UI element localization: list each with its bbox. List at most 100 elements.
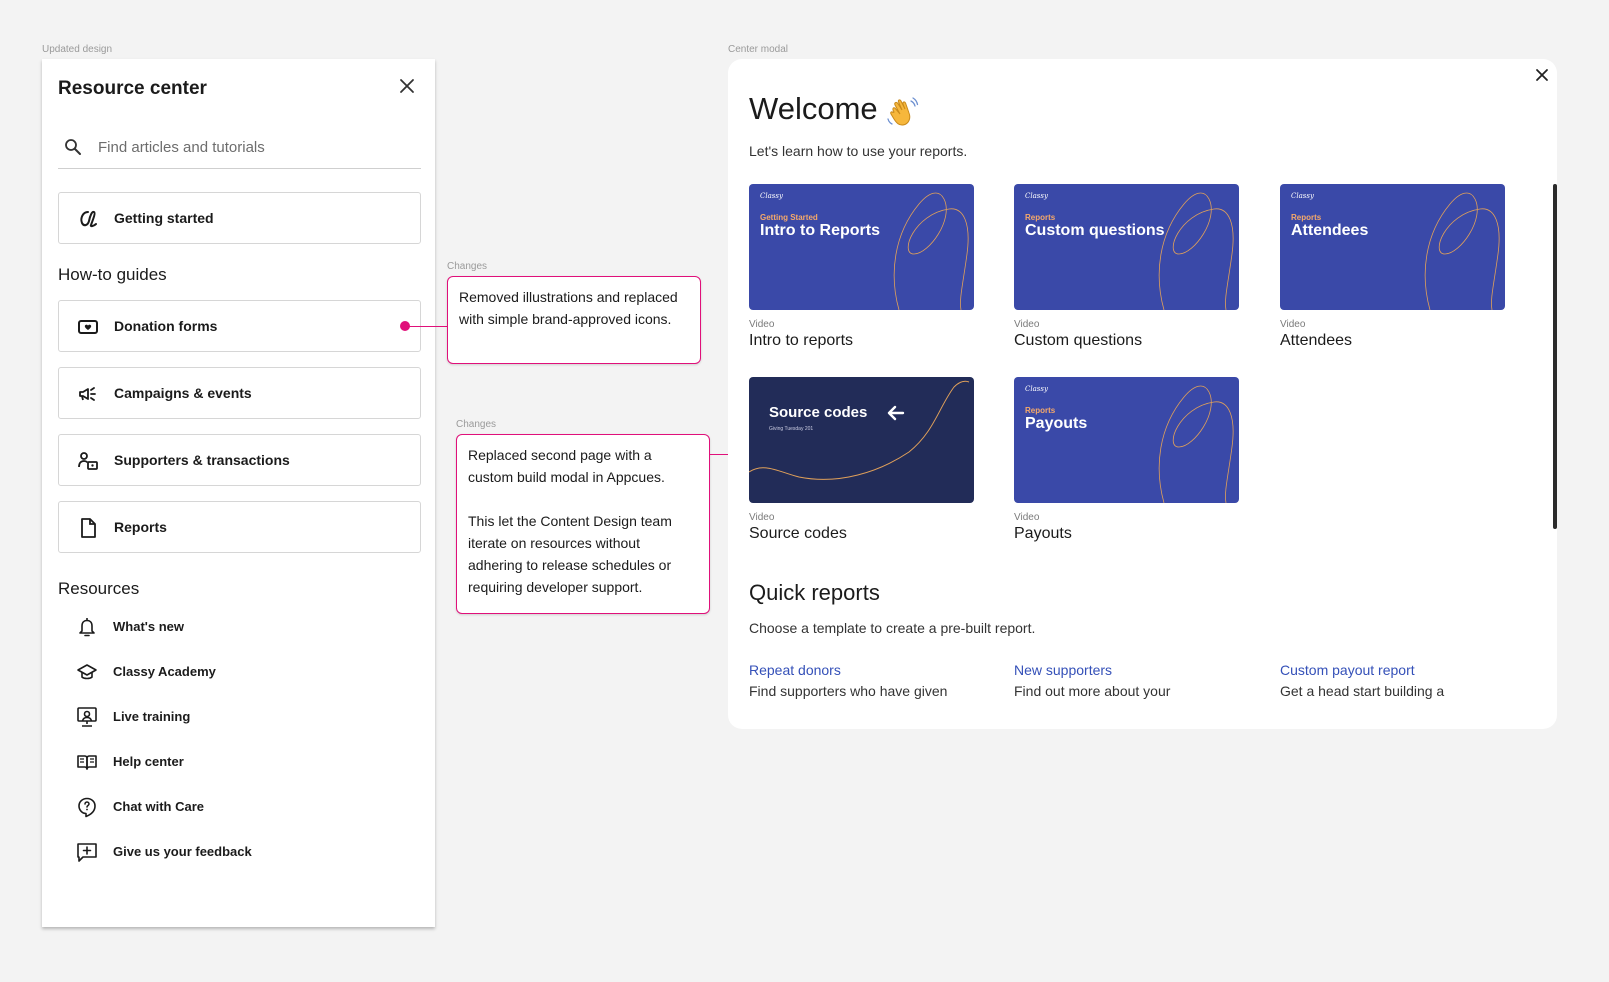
resource-center-panel: Resource center Getting started How-to g…	[42, 59, 435, 927]
welcome-heading: Welcome	[749, 91, 878, 126]
scrollbar[interactable]	[1553, 184, 1557, 529]
quick-report-description: Get a head start building a	[1280, 683, 1445, 699]
brand-logo-text: Classy	[1025, 385, 1048, 393]
quick-report-link[interactable]: Repeat donors	[749, 662, 979, 678]
video-card-custom-questions[interactable]: Classy Reports Custom questions Video Cu…	[1014, 184, 1239, 350]
thumbnail-kicker: Reports	[1025, 406, 1056, 415]
resource-item-label: Classy Academy	[113, 664, 216, 679]
howto-item-campaigns-events[interactable]: Campaigns & events	[58, 367, 421, 419]
close-icon[interactable]	[398, 77, 416, 95]
thumbnail-title: Source codes	[769, 404, 868, 421]
close-icon[interactable]	[1534, 67, 1550, 83]
annotation-note-icons: Removed illustrations and replaced with …	[447, 276, 701, 364]
quick-report-repeat-donors: Repeat donors Find supporters who have g…	[749, 662, 979, 699]
thumbnail-title: Custom questions	[1025, 222, 1165, 239]
quick-report-description: Find out more about your	[1014, 683, 1171, 699]
video-card-intro-to-reports[interactable]: Classy Getting Started Intro to Reports …	[749, 184, 974, 350]
resource-item-classy-academy[interactable]: Classy Academy	[58, 657, 398, 687]
document-icon	[81, 518, 96, 538]
thumbnail-kicker: Getting Started	[760, 213, 818, 222]
thumbnail-title: Attendees	[1291, 222, 1369, 239]
video-card-source-codes[interactable]: Source codes Giving Tuesday 201 Video So…	[749, 377, 974, 543]
quick-report-description: Find supporters who have given	[749, 683, 948, 699]
donation-icon	[78, 320, 98, 334]
brand-logo-text: Classy	[1291, 192, 1314, 200]
bell-icon	[79, 618, 95, 637]
video-thumbnail: Classy Getting Started Intro to Reports	[749, 184, 974, 310]
annotation-connector	[405, 326, 447, 327]
graduation-cap-icon	[77, 664, 97, 680]
howto-item-label: Reports	[114, 519, 167, 535]
resource-item-label: Live training	[113, 709, 191, 724]
brand-logo-text: Classy	[1025, 192, 1048, 200]
quick-report-new-supporters: New supporters Find out more about your	[1014, 662, 1244, 699]
getting-started-card[interactable]: Getting started	[58, 192, 421, 244]
quick-report-link[interactable]: Custom payout report	[1280, 662, 1510, 678]
howto-item-label: Supporters & transactions	[114, 452, 290, 468]
center-modal: Welcome Let's learn how to use your repo…	[728, 59, 1557, 729]
howto-item-label: Donation forms	[114, 318, 218, 334]
brand-logo-text: Classy	[760, 192, 783, 200]
howto-item-label: Campaigns & events	[114, 385, 252, 401]
video-title: Source codes	[749, 525, 847, 542]
resource-item-help-center[interactable]: Help center	[58, 747, 398, 777]
annotation-label: Changes	[447, 261, 488, 272]
quick-reports-heading: Quick reports	[749, 580, 880, 605]
thumbnail-kicker: Reports	[1291, 213, 1322, 222]
arrow-left-icon	[887, 405, 905, 421]
monitor-user-icon	[77, 707, 97, 727]
classy-logo-icon	[80, 210, 97, 228]
resource-item-label: Help center	[113, 754, 184, 769]
resource-item-label: Chat with Care	[113, 799, 205, 814]
resource-center-title: Resource center	[58, 78, 207, 99]
video-title: Custom questions	[1014, 332, 1143, 349]
video-type: Video	[1280, 319, 1306, 330]
help-bubble-icon	[78, 797, 96, 818]
thumbnail-title: Intro to Reports	[760, 222, 880, 239]
thumbnail-subtitle: Giving Tuesday 201	[769, 426, 814, 432]
howto-item-supporters-transactions[interactable]: Supporters & transactions	[58, 434, 421, 486]
quick-report-link[interactable]: New supporters	[1014, 662, 1244, 678]
video-thumbnail: Classy Reports Custom questions	[1014, 184, 1239, 310]
video-thumbnail: Classy Reports Attendees	[1280, 184, 1505, 310]
video-thumbnail: Classy Reports Payouts	[1014, 377, 1239, 503]
thumbnail-kicker: Reports	[1025, 213, 1056, 222]
video-type: Video	[1014, 512, 1040, 523]
intro-text: Let's learn how to use your reports.	[749, 143, 968, 159]
search-icon	[65, 139, 81, 155]
thumbnail-title: Payouts	[1025, 415, 1088, 432]
video-type: Video	[1014, 319, 1040, 330]
resource-item-label: Give us your feedback	[113, 844, 252, 859]
video-thumbnail: Source codes Giving Tuesday 201	[749, 377, 974, 503]
resource-item-live-training[interactable]: Live training	[58, 702, 398, 732]
search-input[interactable]	[98, 133, 408, 161]
quick-report-custom-payout: Custom payout report Get a head start bu…	[1280, 662, 1510, 699]
video-type: Video	[749, 319, 775, 330]
resource-item-chat-with-care[interactable]: Chat with Care	[58, 792, 398, 822]
howto-item-donation-forms[interactable]: Donation forms	[58, 300, 421, 352]
annotation-text-paragraph: Replaced second page with a custom build…	[468, 447, 665, 485]
waving-hand-icon	[887, 97, 919, 126]
video-title: Intro to reports	[749, 332, 854, 349]
howto-heading: How-to guides	[58, 265, 167, 284]
annotation-label: Changes	[456, 419, 497, 430]
resource-item-whats-new[interactable]: What's new	[58, 612, 398, 642]
video-title: Attendees	[1280, 332, 1353, 349]
book-icon	[77, 755, 97, 770]
video-card-attendees[interactable]: Classy Reports Attendees Video Attendees	[1280, 184, 1505, 350]
howto-item-reports[interactable]: Reports	[58, 501, 421, 553]
frame-label-updated-design: Updated design	[42, 44, 113, 55]
quick-reports-subtitle: Choose a template to create a pre-built …	[749, 620, 1036, 636]
getting-started-label: Getting started	[114, 210, 214, 226]
search-bar	[58, 127, 421, 169]
resources-heading: Resources	[58, 579, 140, 598]
resource-item-feedback[interactable]: Give us your feedback	[58, 837, 398, 867]
video-card-payouts[interactable]: Classy Reports Payouts Video Payouts	[1014, 377, 1239, 543]
annotation-note-modal: Replaced second page with a custom build…	[456, 434, 710, 614]
feedback-icon	[77, 843, 97, 862]
resource-item-label: What's new	[113, 619, 184, 634]
frame-label-center-modal: Center modal	[728, 44, 789, 55]
video-type: Video	[749, 512, 775, 523]
annotation-text: Removed illustrations and replaced with …	[459, 289, 678, 327]
supporters-icon	[78, 452, 98, 470]
